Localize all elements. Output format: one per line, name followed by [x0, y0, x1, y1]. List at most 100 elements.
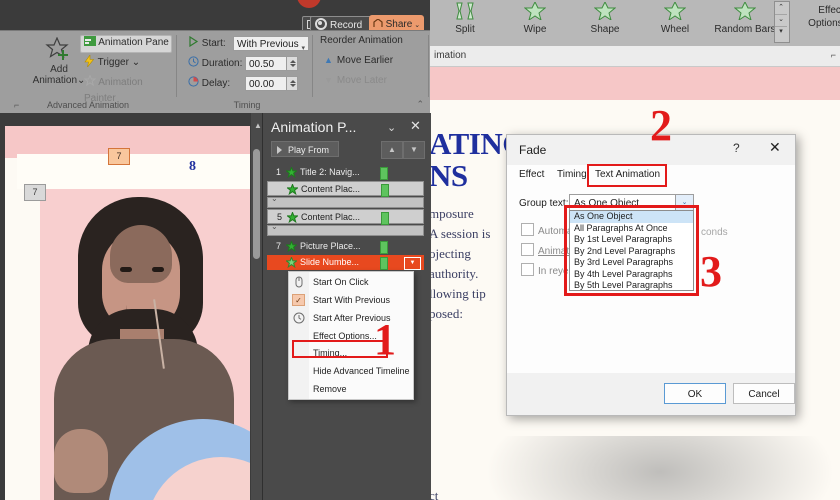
move-earlier-button[interactable]: ▲ Move Earlier — [324, 55, 393, 66]
delay-input[interactable]: 00.00 — [245, 76, 287, 91]
move-later-button: ▼ Move Later — [324, 75, 387, 86]
add-animation-line2: Animation — [32, 75, 78, 86]
random-bars-icon — [733, 0, 757, 22]
scroll-up-icon[interactable]: ▲ — [254, 121, 262, 130]
animation-order-number: 7 — [275, 241, 281, 251]
slide-thumbnail-editor[interactable]: 7 7 8 ▲ — [0, 113, 262, 500]
timing-group: Start: With Previous ▾ Duration: 00.50 D… — [182, 31, 312, 111]
slide-bottom-line1: ct — [430, 488, 439, 500]
menu-item-label: Hide Advanced Timeline — [313, 366, 410, 376]
menu-item-hide-advanced-timeline[interactable]: Hide Advanced Timeline — [289, 363, 413, 379]
animation-list-item[interactable]: Content Plac... — [267, 181, 424, 197]
move-up-button[interactable]: ▲ — [381, 141, 403, 159]
tab-timing[interactable]: Timing — [557, 169, 587, 180]
quick-access-bar: Record Share ⌄ — [0, 0, 430, 35]
animation-timeline-bar[interactable] — [381, 184, 389, 197]
move-down-button[interactable]: ▼ — [403, 141, 425, 159]
trigger-item[interactable]: Trigger ⌄ — [84, 54, 141, 71]
chevron-down-icon: ⌄ — [131, 57, 141, 68]
animation-item-dropdown-icon[interactable]: ▼ — [404, 257, 421, 270]
animation-painter-item: Animation Painter — [83, 74, 176, 104]
duration-stepper[interactable] — [287, 56, 298, 71]
animation-item-label: Slide Numbe... — [300, 257, 360, 267]
start-value: With Previous — [237, 39, 299, 50]
animation-timeline-bar[interactable] — [380, 167, 388, 180]
editor-vertical-scrollbar[interactable]: ▲ — [251, 113, 262, 500]
effect-options-button[interactable]: Effect Options ⌄ — [796, 4, 840, 30]
advanced-animation-dialog-launcher-icon[interactable]: ⌐ — [14, 100, 19, 110]
animation-timeline-bar[interactable] — [381, 212, 389, 225]
canvas-picture-placeholder[interactable] — [40, 189, 250, 500]
help-icon[interactable]: ? — [733, 141, 740, 155]
transitions-group-bar: imation ⌐ — [430, 46, 840, 67]
transition-wheel-label: Wheel — [660, 24, 690, 35]
play-icon — [277, 146, 282, 154]
menu-item-start-with-previous[interactable]: ✓ Start With Previous — [289, 292, 413, 308]
transition-wheel[interactable]: Wheel — [640, 0, 710, 35]
close-icon[interactable]: ✕ — [410, 118, 421, 134]
effect-options-line2-text: Options — [808, 18, 840, 29]
photo-hand — [54, 429, 108, 493]
scroll-thumb[interactable] — [253, 149, 260, 259]
animation-list-item-selected[interactable]: Slide Numbe... ▼ — [267, 255, 424, 270]
chevron-down-icon[interactable]: ⌄ — [387, 121, 396, 134]
animation-item-label: Content Plac... — [301, 184, 361, 194]
fade-effect-dialog: Fade ? ✕ Effect Timing Text Animation Gr… — [506, 134, 796, 416]
effect-options-line1: Effect — [818, 5, 840, 16]
highlight-box-dropdown — [564, 205, 699, 296]
tab-effect[interactable]: Effect — [519, 169, 544, 180]
animation-timeline-track[interactable] — [267, 194, 424, 208]
animation-tag-content[interactable]: 7 — [24, 184, 46, 201]
animation-tag-title[interactable]: 7 — [108, 148, 130, 165]
animation-list-item[interactable]: 7 Picture Place... — [267, 239, 424, 254]
slide-canvas[interactable]: 7 7 8 — [5, 126, 250, 500]
slide-top-band — [430, 66, 840, 100]
animation-timeline-track[interactable] — [267, 222, 424, 236]
cancel-button[interactable]: Cancel — [733, 383, 795, 404]
animation-list-item[interactable]: 5 Content Plac... — [267, 209, 424, 225]
callout-number-3: 3 — [700, 247, 722, 296]
add-animation-line1: Add — [50, 64, 68, 75]
start-label-row: Start: — [188, 35, 226, 52]
canvas-title-placeholder[interactable] — [17, 154, 250, 189]
photo-eye-left — [120, 267, 132, 272]
transitions-dialog-launcher-icon[interactable]: ⌐ — [831, 50, 836, 60]
checkbox-box[interactable] — [521, 223, 534, 236]
ribbon-collapse-icon[interactable]: ⌃ — [416, 99, 424, 110]
ok-button[interactable]: OK — [664, 383, 726, 404]
transition-wipe[interactable]: Wipe — [500, 0, 570, 35]
callout-number-1: 1 — [374, 315, 396, 364]
duration-input[interactable]: 00.50 — [245, 56, 287, 71]
dialog-footer: OK Cancel — [507, 373, 795, 415]
play-from-button[interactable]: Play From — [271, 141, 339, 157]
gallery-scrollbar[interactable]: ⌃ ⌄ ▾ — [774, 1, 790, 43]
group-text-label: Group text: — [519, 198, 569, 209]
menu-item-label: Remove — [313, 384, 347, 394]
animation-order-number: 1 — [275, 167, 281, 177]
star-icon — [83, 74, 97, 87]
clock-icon — [188, 56, 199, 67]
animation-pane-item[interactable]: Animation Pane — [84, 35, 169, 51]
animation-item-label: Content Plac... — [301, 212, 361, 222]
app-root: ATING NS mposure A session is ojecting a… — [0, 0, 840, 500]
start-select[interactable]: With Previous ▾ — [233, 36, 309, 52]
menu-item-start-on-click[interactable]: Start On Click — [289, 274, 413, 290]
transition-shape-label: Shape — [590, 24, 620, 35]
transition-shape[interactable]: Shape — [570, 0, 640, 35]
trigger-label: Trigger — [97, 57, 129, 68]
check-icon: ✓ — [292, 294, 305, 306]
gallery-more-icon[interactable]: ▾ — [775, 26, 787, 38]
animation-list-item[interactable]: 1 Title 2: Navig... — [267, 165, 424, 180]
play-icon — [189, 35, 199, 48]
checkbox-box[interactable] — [521, 243, 534, 256]
transition-split[interactable]: Split — [430, 2, 500, 35]
split-icon — [456, 2, 474, 20]
slide-number-placeholder[interactable]: 8 — [189, 159, 196, 175]
ribbon-content: Add Animation ⌄ Animation Pane Trigger ⌄ … — [0, 30, 430, 113]
animation-timeline-bar[interactable] — [380, 241, 388, 254]
menu-item-remove[interactable]: Remove — [289, 381, 413, 397]
delay-stepper[interactable] — [287, 76, 298, 91]
animation-timeline-bar[interactable] — [380, 257, 388, 270]
close-icon[interactable]: ✕ — [769, 139, 781, 156]
checkbox-box[interactable] — [521, 263, 534, 276]
